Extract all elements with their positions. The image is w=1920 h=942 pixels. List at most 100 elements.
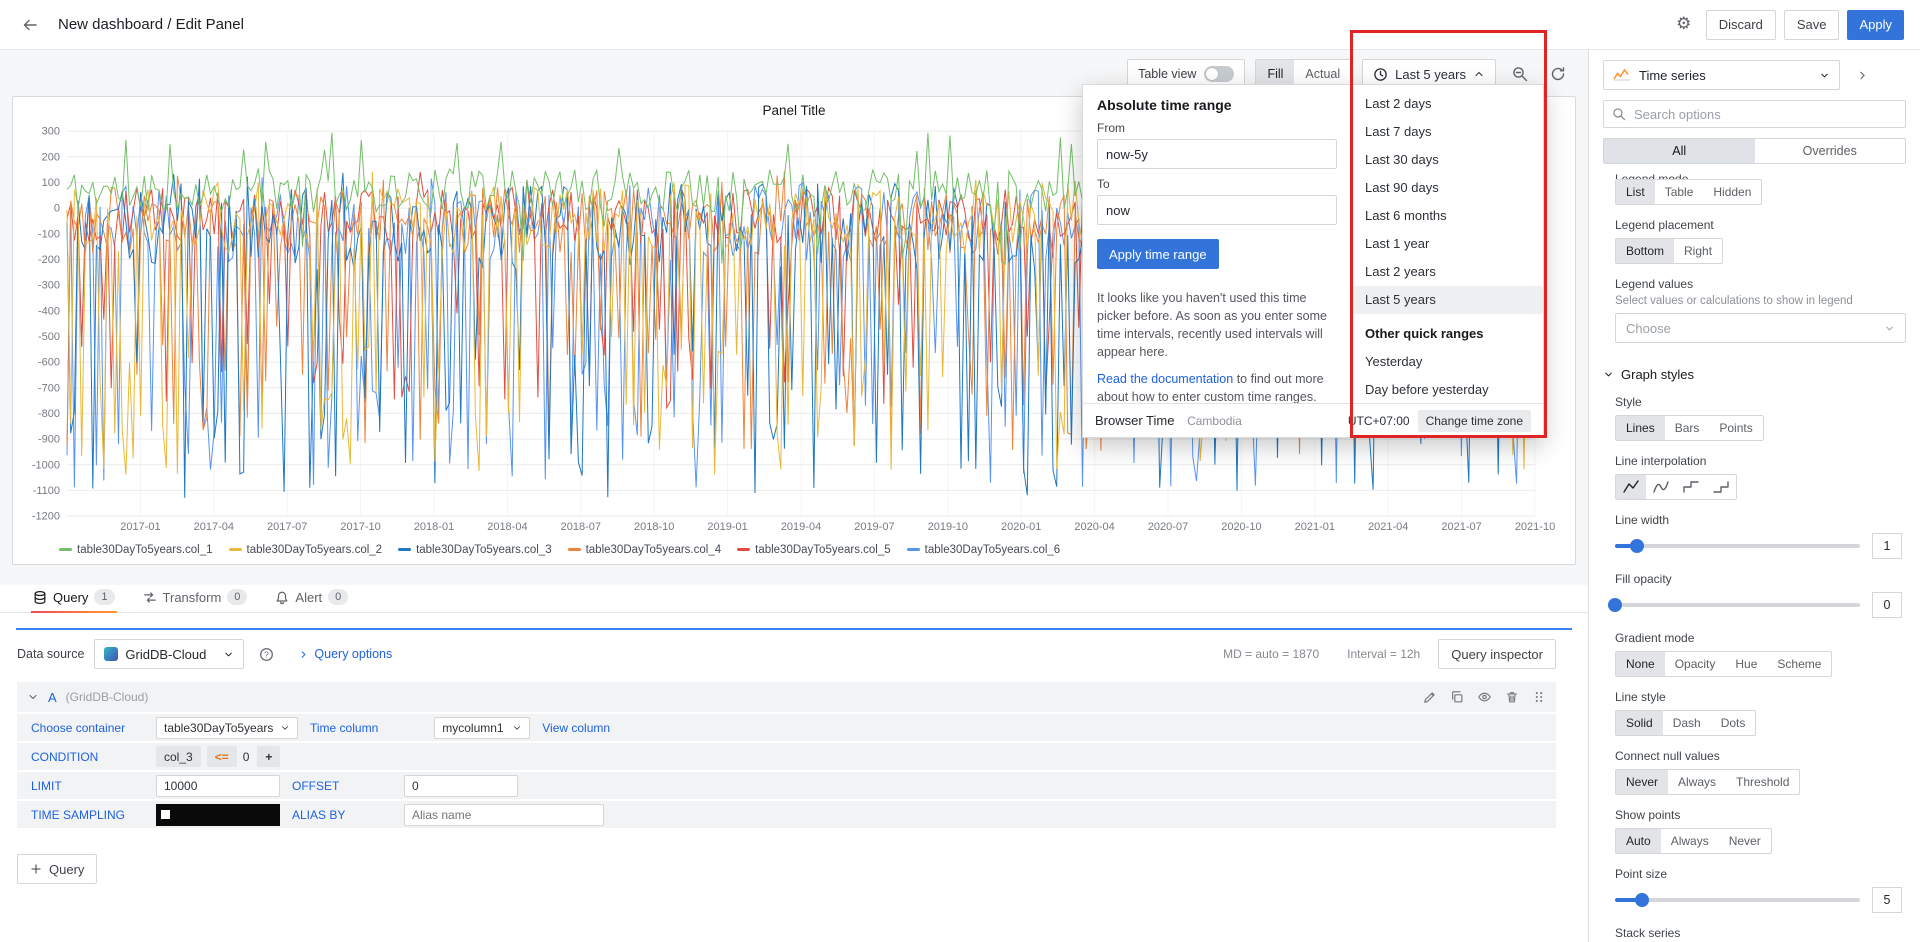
option-never[interactable]: Never (1719, 829, 1771, 853)
graph-styles-section-header[interactable]: Graph styles (1603, 367, 1906, 382)
tab-overrides[interactable]: Overrides (1755, 139, 1906, 163)
limit-input[interactable] (156, 775, 280, 797)
option-interpolation-step-before[interactable] (1676, 475, 1706, 499)
fill-opacity-value[interactable]: 0 (1872, 592, 1902, 618)
options-search-input[interactable] (1603, 100, 1906, 128)
documentation-link[interactable]: Read the documentation (1097, 372, 1233, 386)
panel-settings-button[interactable]: ⚙ (1670, 11, 1698, 39)
tab-alert[interactable]: Alert 0 (273, 589, 350, 612)
quick-range-item[interactable]: Last 30 days (1352, 146, 1543, 174)
add-query-button[interactable]: Query (17, 854, 97, 884)
option-hidden[interactable]: Hidden (1703, 180, 1761, 204)
slider-track[interactable] (1615, 603, 1860, 607)
save-button[interactable]: Save (1784, 10, 1840, 40)
option-dash[interactable]: Dash (1663, 711, 1711, 735)
query-inspector-button[interactable]: Query inspector (1438, 639, 1556, 669)
quick-range-item[interactable]: Yesterday (1352, 348, 1543, 376)
slider-track[interactable] (1615, 898, 1860, 902)
query-options-toggle[interactable]: Query options (298, 647, 392, 661)
to-input[interactable] (1097, 195, 1337, 225)
legend-values-select[interactable]: Choose (1615, 313, 1906, 343)
option-lines[interactable]: Lines (1616, 416, 1665, 440)
option-always[interactable]: Always (1661, 829, 1719, 853)
back-button[interactable] (16, 11, 44, 39)
option-none[interactable]: None (1616, 652, 1665, 676)
offset-input[interactable] (404, 775, 518, 797)
legend-item[interactable]: table30DayTo5years.col_1 (59, 544, 213, 556)
hide-query-eye-icon[interactable] (1477, 690, 1492, 704)
time-sampling-select[interactable] (156, 804, 280, 826)
condition-operator-chip[interactable]: <= (207, 746, 237, 767)
legend-item[interactable]: table30DayTo5years.col_5 (737, 544, 891, 556)
view-column-link[interactable]: View column (542, 721, 610, 735)
quick-range-item[interactable]: Last 6 months (1352, 202, 1543, 230)
condition-value[interactable]: 0 (243, 750, 250, 764)
limit-row: LIMIT OFFSET (17, 772, 1556, 799)
option-always[interactable]: Always (1668, 770, 1726, 794)
refresh-button[interactable] (1544, 60, 1572, 88)
drag-handle-icon[interactable] (1532, 690, 1546, 704)
option-scheme[interactable]: Scheme (1767, 652, 1831, 676)
tab-query[interactable]: Query 1 (31, 589, 117, 612)
quick-range-item[interactable]: Day before yesterday (1352, 376, 1543, 403)
quick-range-item[interactable]: Last 1 year (1352, 230, 1543, 258)
option-opacity[interactable]: Opacity (1665, 652, 1726, 676)
legend-item[interactable]: table30DayTo5years.col_4 (568, 544, 722, 556)
option-right[interactable]: Right (1674, 239, 1722, 263)
quick-range-item[interactable]: Last 2 days (1352, 90, 1543, 118)
option-dots[interactable]: Dots (1711, 711, 1756, 735)
datasource-help-button[interactable]: ? (252, 640, 280, 668)
option-bottom[interactable]: Bottom (1616, 239, 1674, 263)
quick-ranges-list: Last 2 daysLast 7 daysLast 30 daysLast 9… (1351, 85, 1543, 403)
duplicate-icon[interactable] (1450, 690, 1464, 704)
from-input[interactable] (1097, 139, 1337, 169)
slider-knob[interactable] (1630, 539, 1644, 553)
time-column-select[interactable]: mycolumn1 (434, 717, 530, 739)
delete-trash-icon[interactable] (1505, 690, 1519, 704)
point-size-value[interactable]: 5 (1872, 887, 1902, 913)
option-bars[interactable]: Bars (1665, 416, 1710, 440)
option-hue[interactable]: Hue (1725, 652, 1767, 676)
change-time-zone-button[interactable]: Change time zone (1418, 410, 1531, 432)
legend-item[interactable]: table30DayTo5years.col_6 (907, 544, 1061, 556)
slider-knob[interactable] (1635, 893, 1649, 907)
slider-track[interactable] (1615, 544, 1860, 548)
option-list[interactable]: List (1616, 180, 1655, 204)
option-solid[interactable]: Solid (1616, 711, 1663, 735)
container-select[interactable]: table30DayTo5years (156, 717, 298, 739)
discard-button[interactable]: Discard (1706, 10, 1776, 40)
quick-range-item[interactable]: Last 5 years (1352, 286, 1543, 314)
option-table[interactable]: Table (1655, 180, 1704, 204)
quick-range-item[interactable]: Last 90 days (1352, 174, 1543, 202)
option-threshold[interactable]: Threshold (1726, 770, 1799, 794)
option-points[interactable]: Points (1709, 416, 1762, 440)
datasource-select[interactable]: GridDB-Cloud (94, 639, 244, 669)
option-interpolation-smooth[interactable] (1646, 475, 1676, 499)
collapse-chevron-icon[interactable] (27, 691, 39, 703)
tab-all[interactable]: All (1604, 139, 1755, 163)
quick-range-item[interactable]: Last 2 years (1352, 258, 1543, 286)
collapse-options-pane-button[interactable] (1848, 61, 1876, 89)
apply-time-range-button[interactable]: Apply time range (1097, 239, 1219, 269)
apply-button[interactable]: Apply (1847, 10, 1904, 40)
option-interpolation-linear[interactable] (1616, 475, 1646, 499)
query-header[interactable]: A (GridDB-Cloud) (17, 682, 1556, 712)
add-condition-button[interactable]: + (257, 746, 280, 767)
condition-field-chip[interactable]: col_3 (156, 746, 201, 767)
option-auto[interactable]: Auto (1616, 829, 1661, 853)
quick-range-item[interactable]: Last 7 days (1352, 118, 1543, 146)
slider-knob[interactable] (1608, 598, 1622, 612)
edit-pencil-icon[interactable] (1423, 690, 1437, 704)
legend-item[interactable]: table30DayTo5years.col_3 (398, 544, 552, 556)
connect-null-values-group: NeverAlwaysThreshold (1615, 769, 1800, 795)
line-width-value[interactable]: 1 (1872, 533, 1902, 559)
tab-transform[interactable]: Transform 0 (141, 589, 250, 612)
table-view-switch[interactable] (1204, 66, 1234, 82)
legend-item[interactable]: table30DayTo5years.col_2 (229, 544, 383, 556)
option-never[interactable]: Never (1616, 770, 1668, 794)
visualization-picker[interactable]: Time series (1603, 60, 1840, 90)
alias-input[interactable] (404, 804, 604, 826)
option-interpolation-step-after[interactable] (1706, 475, 1736, 499)
pane-splitter[interactable] (16, 628, 1572, 630)
datasource-label: Data source (17, 647, 84, 661)
